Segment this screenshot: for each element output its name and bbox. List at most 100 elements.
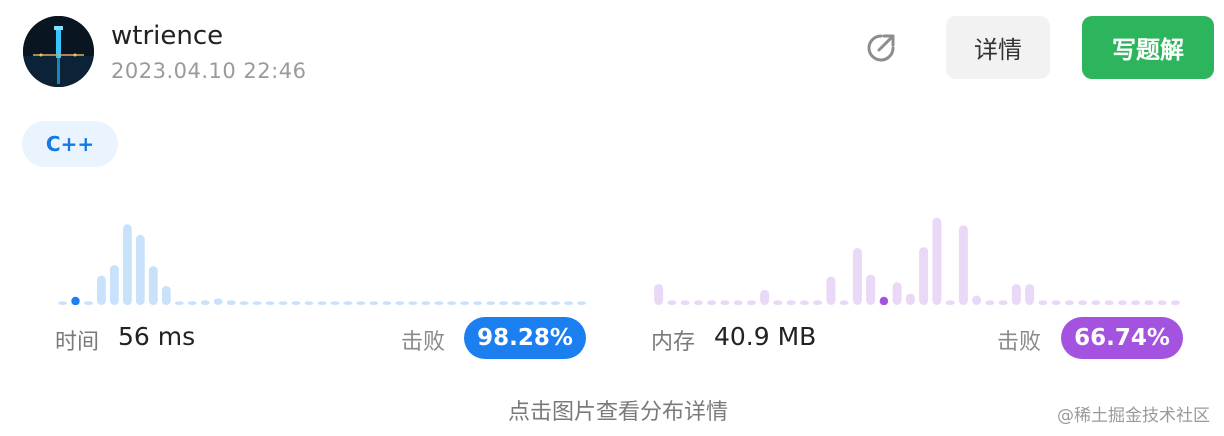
- submission-time: 2023.04.10 22:46: [111, 59, 307, 83]
- memory-current-marker: [879, 296, 889, 305]
- runtime-bar-30: [447, 301, 457, 305]
- memory-bar-3: [693, 300, 703, 305]
- runtime-bar-21: [330, 301, 340, 305]
- runtime-beat-label: 击败: [401, 330, 446, 355]
- runtime-bar-18: [291, 301, 301, 305]
- runtime-bar-24: [369, 301, 379, 305]
- runtime-bar-35: [512, 301, 521, 305]
- memory-beat-label: 击败: [997, 330, 1042, 355]
- memory-beat-badge: 66.74%: [1061, 317, 1183, 359]
- watermark: @稀土掘金技术社区: [1057, 406, 1210, 426]
- runtime-bar-2: [84, 301, 93, 305]
- external-link-icon: [867, 34, 895, 62]
- runtime-bar-23: [356, 301, 366, 305]
- runtime-bar-11: [200, 300, 210, 305]
- runtime-bar-39: [564, 301, 573, 305]
- memory-bar-14: [839, 300, 849, 305]
- runtime-bar-26: [395, 301, 405, 305]
- detail-button[interactable]: 详情: [946, 16, 1050, 79]
- language-tag[interactable]: C++: [22, 121, 118, 167]
- memory-bar-11: [799, 300, 809, 305]
- runtime-bar-33: [486, 301, 496, 305]
- memory-bar-25: [985, 300, 995, 305]
- runtime-bar-32: [473, 301, 483, 305]
- memory-bar-28: [1025, 284, 1035, 305]
- memory-bar-33: [1091, 300, 1101, 305]
- runtime-bar-0: [58, 301, 67, 305]
- runtime-bar-8: [161, 286, 171, 305]
- memory-bar-7: [746, 300, 756, 305]
- runtime-bar-16: [265, 301, 275, 305]
- memory-bar-36: [1131, 300, 1141, 305]
- runtime-bar-40: [577, 301, 586, 305]
- runtime-value: 56 ms: [118, 322, 196, 351]
- memory-bar-2: [680, 300, 690, 305]
- memory-bar-20: [919, 247, 929, 305]
- runtime-bar-4: [110, 265, 119, 305]
- memory-bar-0: [654, 284, 664, 305]
- runtime-bar-3: [97, 275, 106, 305]
- memory-bar-6: [733, 300, 743, 305]
- runtime-bar-34: [499, 301, 508, 305]
- memory-bar-37: [1144, 300, 1154, 305]
- runtime-bar-14: [239, 301, 249, 305]
- memory-bar-23: [958, 225, 968, 305]
- memory-bar-29: [1038, 300, 1048, 305]
- runtime-bar-19: [304, 301, 314, 305]
- memory-bar-18: [892, 282, 902, 305]
- runtime-beat-badge: 98.28%: [464, 317, 586, 359]
- memory-bar-27: [1011, 284, 1021, 305]
- memory-bar-24: [972, 295, 982, 305]
- memory-bar-4: [707, 300, 717, 305]
- memory-bar-12: [813, 300, 823, 305]
- share-button[interactable]: [861, 28, 901, 68]
- memory-bar-21: [932, 217, 942, 305]
- runtime-bar-6: [135, 234, 145, 305]
- runtime-bar-7: [148, 266, 158, 305]
- runtime-bar-38: [551, 301, 560, 305]
- username[interactable]: wtrience: [111, 21, 223, 51]
- memory-bar-10: [786, 300, 796, 305]
- runtime-bar-22: [343, 301, 353, 305]
- memory-bar-8: [760, 289, 770, 305]
- runtime-bar-13: [226, 300, 236, 305]
- memory-bar-39: [1170, 300, 1180, 305]
- memory-value: 40.9 MB: [714, 322, 817, 351]
- memory-bar-5: [720, 300, 730, 305]
- memory-bar-31: [1064, 300, 1074, 305]
- runtime-bar-27: [408, 301, 418, 305]
- runtime-bar-20: [317, 301, 327, 305]
- memory-label: 内存: [651, 330, 696, 355]
- memory-bar-15: [852, 248, 862, 305]
- memory-bar-16: [866, 274, 876, 305]
- runtime-bar-17: [278, 301, 288, 305]
- memory-bar-38: [1157, 300, 1167, 305]
- runtime-bar-28: [421, 301, 431, 305]
- write-solution-button[interactable]: 写题解: [1082, 16, 1214, 79]
- memory-bar-32: [1078, 300, 1088, 305]
- memory-bar-26: [998, 300, 1008, 305]
- memory-bar-34: [1104, 300, 1114, 305]
- runtime-label: 时间: [55, 330, 100, 355]
- runtime-bar-36: [525, 301, 534, 305]
- avatar[interactable]: [23, 16, 94, 87]
- avatar-image: [23, 16, 94, 87]
- runtime-bar-25: [382, 301, 392, 305]
- runtime-bar-29: [434, 301, 444, 305]
- runtime-bar-12: [213, 298, 223, 305]
- runtime-distribution-chart[interactable]: [56, 205, 588, 305]
- memory-bar-30: [1051, 300, 1061, 305]
- memory-distribution-chart[interactable]: [652, 205, 1182, 305]
- memory-bar-9: [773, 300, 783, 305]
- runtime-bar-10: [187, 301, 197, 305]
- memory-bar-19: [905, 293, 915, 305]
- memory-bar-22: [945, 300, 955, 305]
- runtime-bar-31: [460, 301, 470, 305]
- distribution-hint: 点击图片查看分布详情: [507, 400, 728, 425]
- runtime-bar-9: [174, 301, 184, 305]
- memory-bar-35: [1117, 300, 1127, 305]
- runtime-bar-15: [252, 301, 262, 305]
- runtime-bar-37: [538, 301, 547, 305]
- memory-bar-13: [826, 276, 836, 305]
- runtime-bar-5: [123, 224, 132, 305]
